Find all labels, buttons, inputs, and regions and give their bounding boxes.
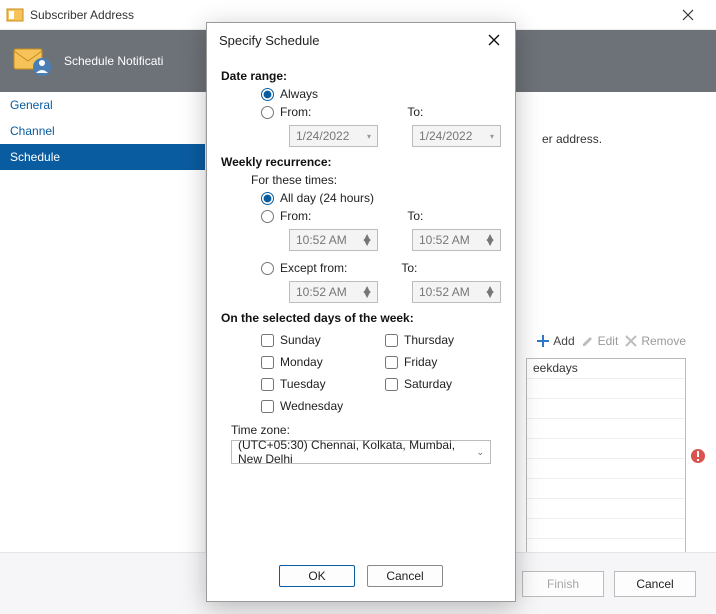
except-to-value: 10:52 AM (419, 285, 470, 299)
dialog-cancel-button[interactable]: Cancel (367, 565, 443, 587)
dialog-titlebar: Specify Schedule (207, 23, 515, 57)
add-button[interactable]: Add (536, 334, 574, 348)
cancel-button[interactable]: Cancel (614, 571, 696, 597)
except-from-spinner[interactable]: 10:52 AM ▲▼ (289, 281, 378, 303)
radio-always-input[interactable] (261, 88, 274, 101)
check-tuesday[interactable]: Tuesday (261, 377, 377, 391)
time-from-spinner[interactable]: 10:52 AM ▲▼ (289, 229, 378, 251)
banner-title: Schedule Notificati (64, 54, 163, 68)
edit-button[interactable]: Edit (581, 334, 619, 348)
edit-label: Edit (598, 334, 619, 348)
window-close-button[interactable] (666, 1, 710, 29)
check-thursday[interactable]: Thursday (385, 333, 501, 347)
radio-from-input[interactable] (261, 106, 274, 119)
error-icon (690, 448, 706, 464)
time-to-label: To: (407, 209, 423, 223)
time-to-value: 10:52 AM (419, 233, 470, 247)
banner-icon (12, 41, 52, 81)
check-monday[interactable]: Monday (261, 355, 377, 369)
chevron-down-icon: ⌄ (476, 447, 484, 458)
date-to-picker[interactable]: 1/24/2022 ▾ (412, 125, 501, 147)
close-icon (488, 34, 500, 46)
radio-always-label: Always (280, 87, 318, 101)
list-item (527, 499, 685, 519)
x-icon (624, 334, 638, 348)
date-from-picker[interactable]: 1/24/2022 ▾ (289, 125, 378, 147)
radio-from-label: From: (280, 105, 311, 119)
timezone-label: Time zone: (231, 423, 501, 437)
time-to-spinner[interactable]: 10:52 AM ▲▼ (412, 229, 501, 251)
radio-except-label: Except from: (280, 261, 347, 275)
date-from-value: 1/24/2022 (296, 129, 349, 143)
spinner-icon: ▲▼ (484, 287, 496, 297)
window-title: Subscriber Address (30, 8, 666, 22)
sidebar-item-schedule[interactable]: Schedule (0, 144, 205, 170)
list-item (527, 439, 685, 459)
hint-text: er address. (542, 132, 602, 146)
time-from-value: 10:52 AM (296, 233, 347, 247)
except-to-spinner[interactable]: 10:52 AM ▲▼ (412, 281, 501, 303)
pencil-icon (581, 334, 595, 348)
add-label: Add (553, 334, 574, 348)
date-to-label: To: (407, 105, 423, 119)
ok-button[interactable]: OK (279, 565, 355, 587)
list-item[interactable]: eekdays (527, 359, 685, 379)
radio-allday[interactable]: All day (24 hours) (261, 191, 501, 205)
date-to-value: 1/24/2022 (419, 129, 472, 143)
sidebar-item-channel[interactable]: Channel (0, 118, 205, 144)
radio-except-input[interactable] (261, 262, 274, 275)
remove-label: Remove (641, 334, 686, 348)
check-saturday[interactable]: Saturday (385, 377, 501, 391)
timezone-value: (UTC+05:30) Chennai, Kolkata, Mumbai, Ne… (238, 438, 476, 466)
weekly-heading: Weekly recurrence: (221, 155, 501, 169)
plus-icon (536, 334, 550, 348)
timezone-select[interactable]: (UTC+05:30) Chennai, Kolkata, Mumbai, Ne… (231, 440, 491, 464)
radio-always[interactable]: Always (261, 87, 501, 101)
check-friday[interactable]: Friday (385, 355, 501, 369)
list-item (527, 419, 685, 439)
check-wednesday[interactable]: Wednesday (261, 399, 377, 413)
spinner-icon: ▲▼ (484, 235, 496, 245)
dialog-title: Specify Schedule (219, 33, 483, 48)
sidebar-item-general[interactable]: General (0, 92, 205, 118)
radio-time-from-label: From: (280, 209, 311, 223)
date-range-heading: Date range: (221, 69, 501, 83)
list-item (527, 519, 685, 539)
spinner-icon: ▲▼ (361, 287, 373, 297)
spinner-icon: ▲▼ (361, 235, 373, 245)
radio-time-from-input[interactable] (261, 210, 274, 223)
remove-button[interactable]: Remove (624, 334, 686, 348)
radio-except[interactable]: Except from: (261, 261, 347, 275)
days-heading: On the selected days of the week: (221, 311, 501, 325)
specify-schedule-dialog: Specify Schedule Date range: Always From… (206, 22, 516, 602)
schedule-toolbar: Add Edit Remove (536, 334, 686, 348)
radio-time-from[interactable]: From: (261, 209, 311, 223)
list-item (527, 399, 685, 419)
weekly-sub: For these times: (251, 173, 501, 187)
sidebar: General Channel Schedule (0, 92, 206, 552)
radio-from[interactable]: From: (261, 105, 311, 119)
chevron-down-icon: ▾ (490, 132, 494, 141)
radio-allday-label: All day (24 hours) (280, 191, 374, 205)
list-item (527, 379, 685, 399)
finish-button[interactable]: Finish (522, 571, 604, 597)
list-item (527, 459, 685, 479)
dialog-footer: OK Cancel (207, 553, 515, 601)
app-icon (6, 6, 24, 24)
check-sunday[interactable]: Sunday (261, 333, 377, 347)
dialog-close-button[interactable] (483, 29, 505, 51)
list-item (527, 479, 685, 499)
chevron-down-icon: ▾ (367, 132, 371, 141)
except-to-label: To: (401, 261, 417, 275)
except-from-value: 10:52 AM (296, 285, 347, 299)
radio-allday-input[interactable] (261, 192, 274, 205)
